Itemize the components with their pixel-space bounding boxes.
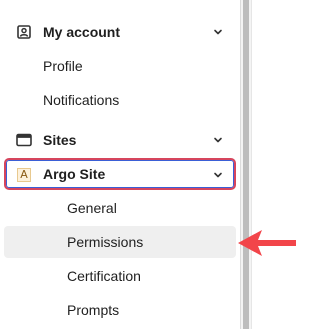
nav-item-profile[interactable]: Profile [4,50,236,82]
nav-site-argo[interactable]: A Argo Site [4,158,236,190]
nav-item-certification[interactable]: Certification [4,260,236,292]
nav-item-notifications[interactable]: Notifications [4,84,236,116]
nav-item-prompts[interactable]: Prompts [4,294,236,326]
user-card-icon [16,24,32,40]
nav-item-label: Certification [67,268,141,284]
nav-section-label: Sites [43,132,77,148]
nav-item-label: Profile [43,58,83,74]
site-letter-icon: A [16,167,32,183]
nav-site-label: Argo Site [43,166,106,182]
nav-item-label: Notifications [43,92,120,108]
nav-section-my-account[interactable]: My account [4,16,236,48]
sidebar-nav: My account Profile Notifications Sites A… [0,0,240,329]
chevron-down-icon[interactable] [212,26,224,38]
chevron-down-icon[interactable] [212,134,224,146]
nav-item-label: Permissions [67,234,144,250]
pointer-arrow-icon [238,230,296,256]
nav-item-general[interactable]: General [4,192,236,224]
browser-window-icon [16,132,32,148]
nav-item-label: Prompts [67,302,120,318]
chevron-down-icon[interactable] [212,169,224,181]
scrollbar-thumb[interactable] [243,0,249,329]
site-letter-badge: A [17,168,31,182]
nav-section-sites[interactable]: Sites [4,124,236,156]
nav-item-label: General [67,200,117,216]
nav-item-permissions[interactable]: Permissions [4,226,236,258]
nav-section-label: My account [43,24,121,40]
